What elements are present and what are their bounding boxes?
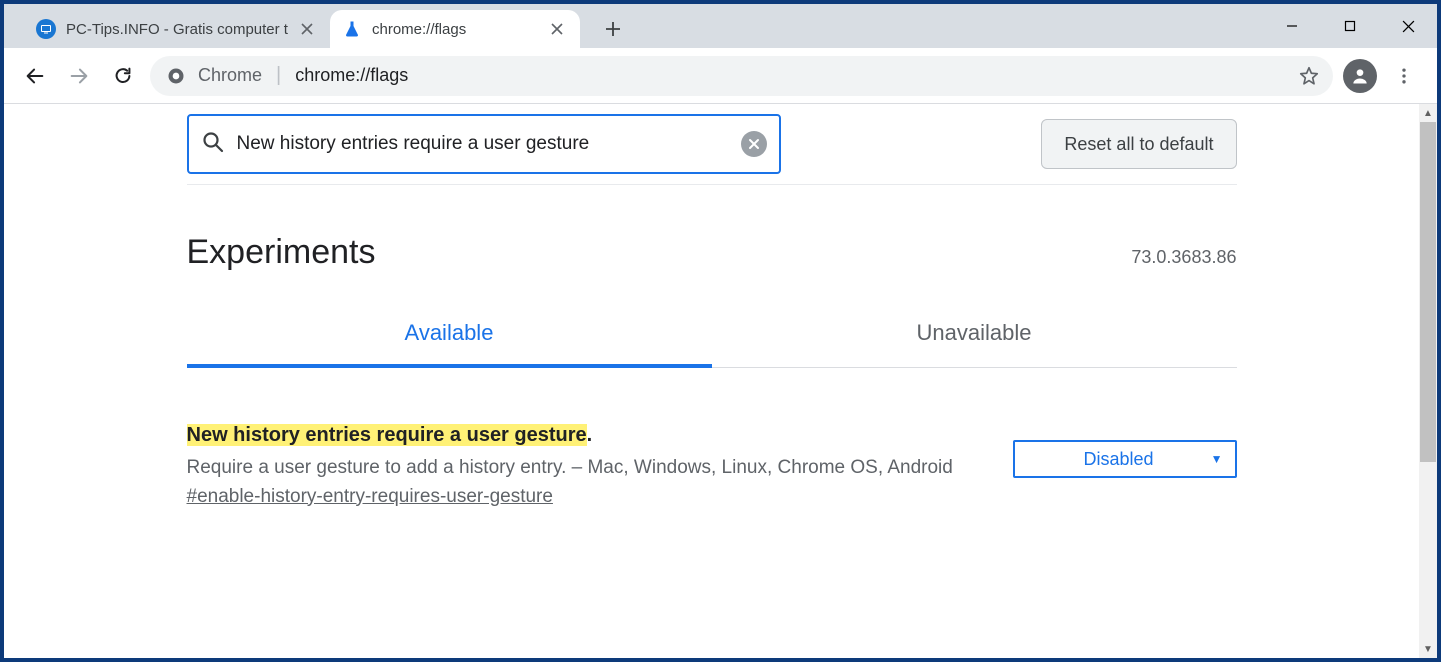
flag-permalink[interactable]: #enable-history-entry-requires-user-gest…: [187, 486, 553, 508]
maximize-button[interactable]: [1321, 4, 1379, 48]
close-icon[interactable]: [298, 20, 316, 38]
flag-state-select[interactable]: Disabled ▼: [1013, 440, 1237, 478]
scroll-down-arrow[interactable]: ▼: [1419, 640, 1437, 658]
minimize-button[interactable]: [1263, 4, 1321, 48]
flag-title: New history entries require a user gestu…: [187, 424, 973, 447]
kebab-menu-button[interactable]: [1387, 59, 1421, 93]
tab-chrome-flags[interactable]: chrome://flags: [330, 10, 580, 48]
page-viewport: Reset all to default Experiments 73.0.36…: [4, 104, 1437, 658]
search-icon: [201, 130, 225, 159]
back-button[interactable]: [18, 59, 52, 93]
address-bar[interactable]: Chrome | chrome://flags: [150, 56, 1333, 96]
vertical-scrollbar[interactable]: ▲ ▼: [1419, 104, 1437, 658]
heading-row: Experiments 73.0.3683.86: [187, 233, 1237, 272]
chrome-version: 73.0.3683.86: [1131, 247, 1236, 268]
tab-strip: PC-Tips.INFO - Gratis computer t chrome:…: [4, 4, 1437, 48]
flag-tabs: Available Unavailable: [187, 320, 1237, 368]
page: Reset all to default Experiments 73.0.36…: [4, 104, 1419, 658]
chevron-down-icon: ▼: [1211, 452, 1223, 466]
flag-title-suffix: .: [587, 424, 593, 446]
profile-avatar-button[interactable]: [1343, 59, 1377, 93]
tab-pc-tips[interactable]: PC-Tips.INFO - Gratis computer t: [24, 10, 330, 48]
bookmark-star-icon[interactable]: [1295, 62, 1323, 90]
tab-title: PC-Tips.INFO - Gratis computer t: [66, 21, 288, 38]
omnibox-origin: Chrome: [198, 65, 262, 86]
reset-all-button[interactable]: Reset all to default: [1041, 119, 1236, 169]
window-controls: [1263, 4, 1437, 48]
flag-title-highlight: New history entries require a user gestu…: [187, 424, 587, 446]
forward-button[interactable]: [62, 59, 96, 93]
scroll-up-arrow[interactable]: ▲: [1419, 104, 1437, 122]
page-title: Experiments: [187, 233, 376, 272]
reload-button[interactable]: [106, 59, 140, 93]
flag-description: Require a user gesture to add a history …: [187, 455, 973, 482]
chrome-page-icon: [166, 66, 186, 86]
tab-title: chrome://flags: [372, 21, 538, 38]
close-icon[interactable]: [548, 20, 566, 38]
tab-available[interactable]: Available: [187, 320, 712, 368]
flask-icon: [342, 19, 362, 39]
favicon-pctips-icon: [36, 19, 56, 39]
search-row: Reset all to default: [187, 104, 1237, 185]
clear-search-icon[interactable]: [741, 131, 767, 157]
flag-state-value: Disabled: [1027, 449, 1211, 470]
flag-item: New history entries require a user gestu…: [187, 424, 1237, 508]
flags-search-input[interactable]: [237, 133, 729, 155]
window-close-button[interactable]: [1379, 4, 1437, 48]
flags-search-field[interactable]: [187, 114, 781, 174]
toolbar: Chrome | chrome://flags: [4, 48, 1437, 104]
new-tab-button[interactable]: [596, 12, 630, 46]
tab-unavailable[interactable]: Unavailable: [712, 320, 1237, 367]
scrollbar-thumb[interactable]: [1420, 122, 1436, 462]
omnibox-separator: |: [276, 64, 281, 87]
omnibox-path: chrome://flags: [295, 65, 408, 86]
chrome-window: PC-Tips.INFO - Gratis computer t chrome:…: [4, 4, 1437, 658]
flag-text: New history entries require a user gestu…: [187, 424, 973, 508]
